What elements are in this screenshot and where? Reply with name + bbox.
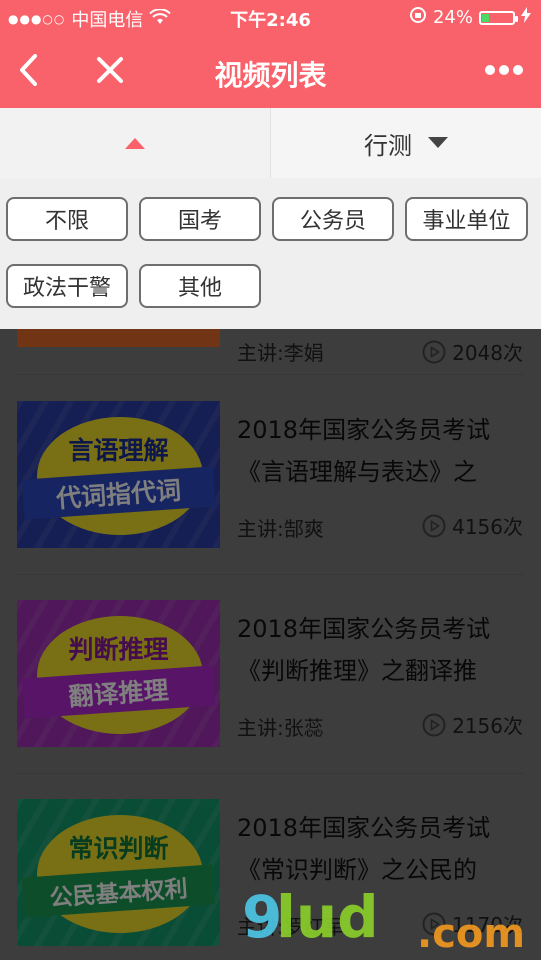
filter-bar: 行测: [0, 108, 541, 179]
caret-down-icon: [428, 137, 448, 148]
option-chip-national-exam[interactable]: 国考: [139, 197, 261, 241]
option-chip-unlimited[interactable]: 不限: [6, 197, 128, 241]
svg-text:.com: .com: [417, 911, 525, 955]
status-bar: ●●●○○ 中国电信 下午2:46 24%: [0, 0, 541, 36]
option-chip-political-legal[interactable]: 政法干警: [6, 264, 128, 308]
option-chip-other[interactable]: 其他: [139, 264, 261, 308]
nav-bar: 视频列表: [0, 36, 541, 108]
battery-icon: [479, 10, 518, 25]
battery-percent: 24%: [432, 7, 473, 28]
orientation-lock-icon: [409, 6, 427, 29]
page-title: 视频列表: [214, 59, 327, 92]
more-dots-icon: [485, 65, 523, 75]
charging-icon: [521, 7, 531, 28]
filter-options-panel: 不限 国考 公务员 事业单位 政法干警 其他: [0, 178, 541, 329]
dim-overlay[interactable]: [0, 329, 541, 960]
svg-text:lud: lud: [276, 885, 379, 951]
filter-tab-subject-label: 行测: [364, 131, 412, 160]
option-chip-public-institution[interactable]: 事业单位: [405, 197, 528, 241]
more-button[interactable]: [481, 50, 527, 90]
filter-tab-subject[interactable]: 行测: [270, 108, 541, 178]
caret-up-icon: [125, 138, 145, 149]
watermark-logo: 9 lud .com: [242, 885, 525, 955]
filter-tab-category[interactable]: [0, 108, 270, 178]
option-chip-civil-servant[interactable]: 公务员: [272, 197, 394, 241]
